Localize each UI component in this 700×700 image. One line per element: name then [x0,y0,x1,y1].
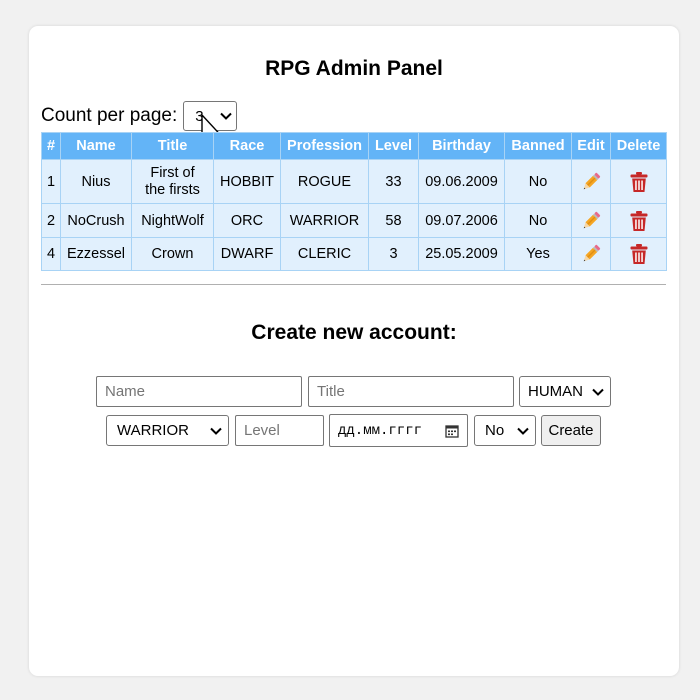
chevron-down-icon [220,112,232,120]
header-banned: Banned [504,132,572,160]
cell-profession: WARRIOR [280,203,369,238]
cell-title-line1: First of [150,164,195,181]
cell-birthday: 25.05.2009 [418,237,505,271]
profession-select[interactable]: WARRIOR [106,415,229,446]
cell-edit [571,203,611,238]
admin-panel-card: RPG Admin Panel Count per page: 3 # Name… [29,26,679,676]
header-race: Race [213,132,281,160]
birthday-placeholder: дд.мм.гггг [338,422,423,439]
table-row: 1 Nius First of the firsts HOBBIT ROGUE … [41,159,667,204]
cell-race: DWARF [213,237,281,271]
accounts-table: # Name Title Race Profession Level Birth… [41,132,667,271]
race-select[interactable]: HUMAN [519,376,611,407]
chevron-down-icon [517,427,529,435]
pencil-icon[interactable] [580,210,602,232]
calendar-icon[interactable] [445,424,459,438]
pencil-icon[interactable] [580,243,602,265]
cell-banned: No [504,203,572,238]
create-account-title: Create new account: [251,321,457,344]
trash-icon[interactable] [629,171,649,193]
cell-banned: Yes [504,237,572,271]
banned-select[interactable]: No [474,415,536,446]
section-divider [41,284,666,285]
cell-title: NightWolf [131,203,214,238]
cell-birthday: 09.06.2009 [418,159,505,204]
trash-icon[interactable] [629,243,649,265]
cell-level: 58 [368,203,419,238]
race-value: HUMAN [528,383,583,400]
title-input[interactable]: Title [308,376,514,407]
cell-birthday: 09.07.2006 [418,203,505,238]
profession-value: WARRIOR [117,422,189,439]
cell-delete [610,237,667,271]
page-title: RPG Admin Panel [265,57,443,80]
cell-level: 3 [368,237,419,271]
cell-name: Nius [60,159,132,204]
chevron-down-icon [592,388,604,396]
cell-edit [571,237,611,271]
cell-num: 1 [41,159,61,204]
table-row: 2 NoCrush NightWolf ORC WARRIOR 58 09.07… [41,203,667,238]
cell-profession: ROGUE [280,159,369,204]
cell-num: 2 [41,203,61,238]
header-profession: Profession [280,132,369,160]
level-placeholder: Level [244,422,280,439]
name-placeholder: Name [105,383,146,400]
cell-banned: No [504,159,572,204]
cell-profession: CLERIC [280,237,369,271]
level-input[interactable]: Level [235,415,324,446]
header-edit: Edit [571,132,611,160]
header-delete: Delete [610,132,667,160]
count-per-page-label: Count per page: [41,105,178,126]
table-row: 4 Ezzessel Crown DWARF CLERIC 3 25.05.20… [41,237,667,271]
header-birthday: Birthday [418,132,505,160]
pencil-icon[interactable] [580,171,602,193]
cell-race: ORC [213,203,281,238]
cell-title: Crown [131,237,214,271]
create-button[interactable]: Create [541,415,601,446]
cell-level: 33 [368,159,419,204]
cell-edit [571,159,611,204]
header-num: # [41,132,61,160]
title-placeholder: Title [317,383,345,400]
cell-delete [610,203,667,238]
header-title: Title [131,132,214,160]
cell-name: NoCrush [60,203,132,238]
banned-value: No [485,422,505,439]
cell-num: 4 [41,237,61,271]
cell-delete [610,159,667,204]
birthday-date-input[interactable]: дд.мм.гггг [329,414,468,447]
cell-race: HOBBIT [213,159,281,204]
header-level: Level [368,132,419,160]
cell-name: Ezzessel [60,237,132,271]
trash-icon[interactable] [629,210,649,232]
cell-title-line2: the firsts [145,181,200,198]
table-header-row: # Name Title Race Profession Level Birth… [41,132,667,160]
chevron-down-icon [210,427,222,435]
name-input[interactable]: Name [96,376,302,407]
cell-title: First of the firsts [131,159,214,204]
header-name: Name [60,132,132,160]
